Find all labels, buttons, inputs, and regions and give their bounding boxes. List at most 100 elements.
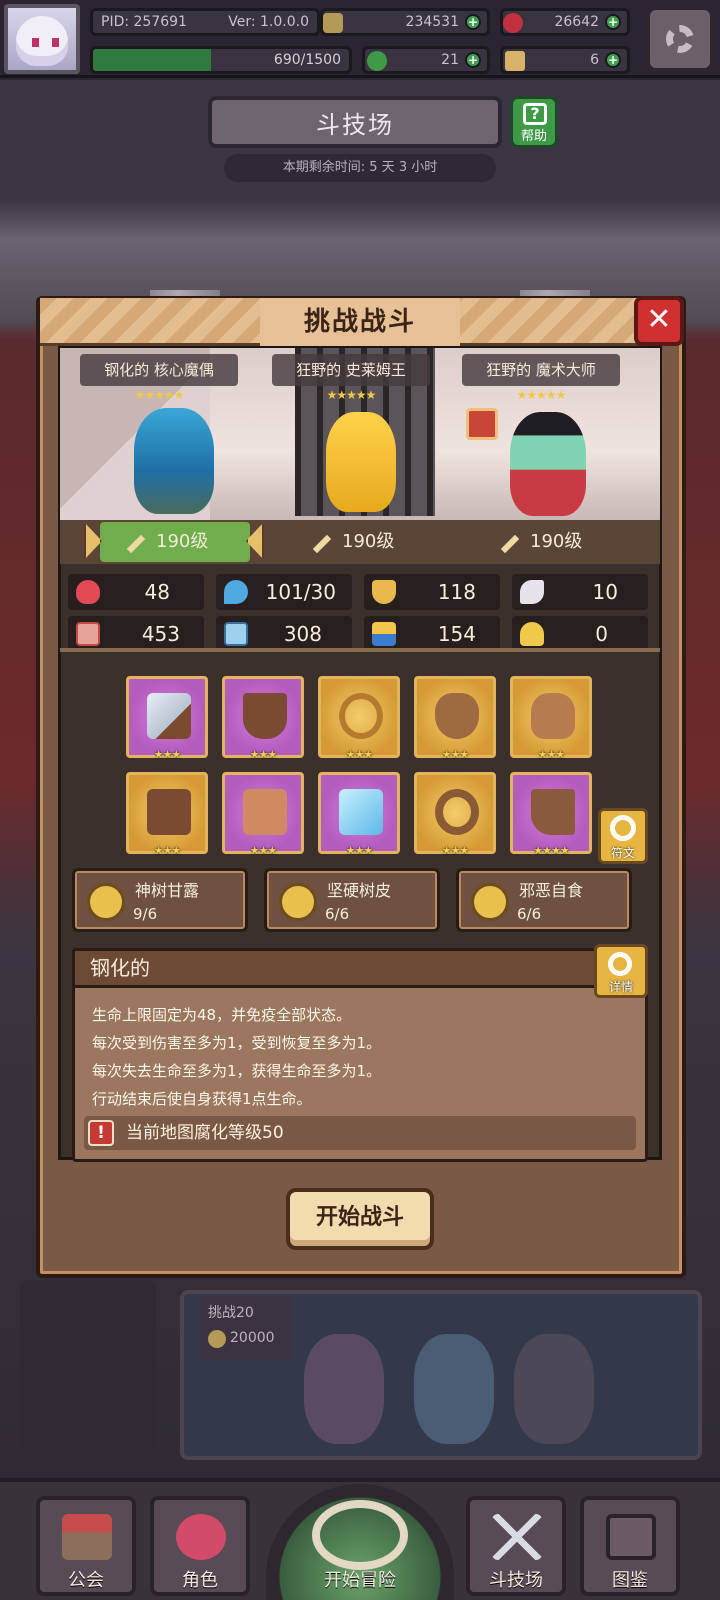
enemy-name: 狂野的 魔术大师 xyxy=(462,354,620,386)
skill-card[interactable]: 神树甘露 9/6 xyxy=(72,868,248,932)
key-counter[interactable]: 6 + xyxy=(500,46,630,74)
wooden-ring-icon xyxy=(435,789,479,835)
game-version: Ver: 1.0.0.0 xyxy=(228,14,309,30)
water-drop-icon xyxy=(224,580,248,604)
skill-card[interactable]: 邪恶自食 6/6 xyxy=(456,868,632,932)
gem-amount: 26642 xyxy=(554,14,599,30)
enemy-name: 钢化的 核心魔偶 xyxy=(80,354,238,386)
add-clover-icon[interactable]: + xyxy=(465,52,481,68)
close-button[interactable]: ✕ xyxy=(634,296,684,346)
settings-button[interactable] xyxy=(646,6,714,72)
gem-counter[interactable]: 26642 + xyxy=(500,8,630,36)
equipment-slot[interactable]: ★★★ xyxy=(318,676,400,761)
enemy-magician-sprite[interactable] xyxy=(510,412,586,516)
close-icon: ✕ xyxy=(646,302,672,337)
add-gems-icon[interactable]: + xyxy=(605,14,621,30)
enemy-stars: ★★★★★ xyxy=(326,388,377,402)
enemy-level[interactable]: 190级 xyxy=(500,520,582,564)
enemy-stars: ★★★★★ xyxy=(134,388,185,402)
side-panel xyxy=(20,1280,156,1456)
nav-label: 角色 xyxy=(182,1570,218,1591)
enemy-name: 狂野的 史莱姆王 xyxy=(272,354,430,386)
jar-icon xyxy=(531,693,575,739)
corruption-text: 当前地图腐化等级50 xyxy=(126,1123,284,1143)
details-button[interactable]: 详情 xyxy=(594,944,648,998)
fist-icon xyxy=(76,622,100,646)
enemy-level[interactable]: 190级 xyxy=(312,520,394,564)
details-label: 详情 xyxy=(608,980,633,994)
clover-counter[interactable]: 21 + xyxy=(362,46,490,74)
skill-coin-icon xyxy=(279,883,317,921)
sword-icon xyxy=(500,534,520,554)
equipment-slot[interactable]: ★★★ xyxy=(414,772,496,857)
nav-label: 公会 xyxy=(68,1570,104,1591)
coin-icon xyxy=(208,1330,226,1348)
trait-line: 行动结束后使自身获得1点生命。 xyxy=(92,1090,312,1108)
help-button[interactable]: ? 帮助 xyxy=(510,96,558,148)
equipment-slot[interactable]: ★★★ xyxy=(126,676,208,761)
exp-fill xyxy=(93,49,211,71)
rune-button[interactable]: 符文 xyxy=(598,808,648,864)
help-label: 帮助 xyxy=(520,129,547,144)
equipment-slot[interactable]: ★★★ xyxy=(126,772,208,857)
equipment-slot[interactable]: ★★★ xyxy=(318,772,400,857)
gear-icon xyxy=(666,25,694,53)
nav-label[interactable]: 开始冒险 xyxy=(310,1566,410,1592)
warning-icon: ! xyxy=(88,1120,114,1146)
stat-mana: 101/30 xyxy=(216,574,352,610)
stat-defense: 118 xyxy=(364,574,500,610)
magnifier-icon xyxy=(608,952,632,976)
book-icon xyxy=(224,622,248,646)
coin-counter[interactable]: 234531 + xyxy=(320,8,490,36)
gold-necklace-icon xyxy=(339,693,383,739)
trait-line: 生命上限固定为48，并免疫全部状态。 xyxy=(92,1006,352,1024)
enemy-golem-sprite[interactable] xyxy=(134,408,214,514)
remaining-time: 本期剩余时间: 5 天 3 小时 xyxy=(224,154,496,182)
divider xyxy=(60,648,660,652)
wooden-armor-icon xyxy=(147,789,191,835)
add-keys-icon[interactable]: + xyxy=(605,52,621,68)
enemy-level[interactable]: 190级 xyxy=(126,520,208,564)
dialog-title: 挑战战斗 xyxy=(260,298,460,346)
equipment-slot[interactable]: ★★★★ xyxy=(510,772,592,857)
heart-icon xyxy=(76,580,100,604)
corruption-notice: ! 当前地图腐化等级50 xyxy=(84,1116,636,1150)
opponent-silhouette xyxy=(304,1334,384,1444)
buff-icon[interactable] xyxy=(466,408,498,440)
player-info: PID: 257691 Ver: 1.0.0.0 xyxy=(90,8,320,36)
rune-label: 符文 xyxy=(610,846,635,860)
wooden-shield-icon xyxy=(243,693,287,739)
equipment-slot[interactable]: ★★★ xyxy=(510,676,592,761)
stat-resistance: 154 xyxy=(364,616,500,652)
exp-bar: 690/1500 xyxy=(90,46,352,74)
crossed-swords-icon xyxy=(492,1514,542,1560)
stat-luck: 0 xyxy=(512,616,648,652)
question-icon: ? xyxy=(523,103,547,125)
skill-card[interactable]: 坚硬树皮 6/6 xyxy=(264,868,440,932)
player-avatar[interactable] xyxy=(4,4,80,74)
opponent-silhouette xyxy=(414,1334,494,1444)
challenge-card[interactable]: 挑战20 20000 xyxy=(200,1296,292,1360)
enemy-stars: ★★★★★ xyxy=(516,388,567,402)
enemy-slime-king-sprite[interactable] xyxy=(326,412,396,512)
equipment-slot[interactable]: ★★★ xyxy=(414,676,496,761)
add-coins-icon[interactable]: + xyxy=(465,14,481,30)
stat-magic: 308 xyxy=(216,616,352,652)
equipment-slot[interactable]: ★★★ xyxy=(222,676,304,761)
equipment-slot[interactable]: ★★★ xyxy=(222,772,304,857)
start-battle-button[interactable]: 开始战斗 xyxy=(286,1188,434,1250)
stat-attack: 453 xyxy=(68,616,204,652)
arena-title: 斗技场 xyxy=(208,96,502,148)
sword-icon xyxy=(312,534,332,554)
stat-speed: 10 xyxy=(512,574,648,610)
horseshoe-icon xyxy=(520,622,544,646)
codex-book-icon xyxy=(606,1514,656,1560)
guild-house-icon xyxy=(62,1514,112,1560)
magnifier-globe-icon[interactable] xyxy=(312,1500,408,1570)
skill-coin-icon xyxy=(87,883,125,921)
coin-icon xyxy=(323,13,343,33)
leather-vest-icon xyxy=(243,789,287,835)
challenge-cost: 20000 xyxy=(230,1330,275,1346)
coin-amount: 234531 xyxy=(405,14,459,30)
trait-title: 钢化的 xyxy=(90,956,150,980)
